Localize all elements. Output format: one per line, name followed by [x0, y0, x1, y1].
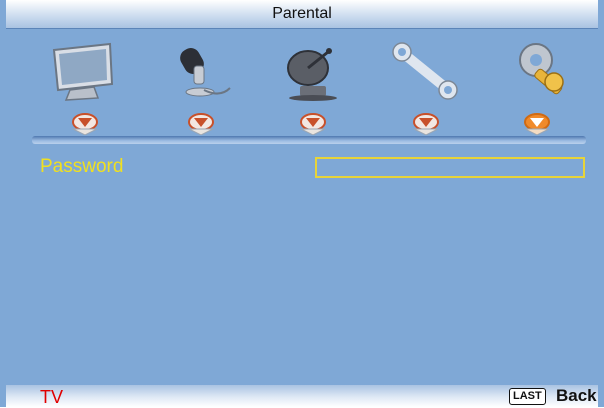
input-source-label: TV — [40, 387, 64, 407]
password-field[interactable] — [315, 157, 585, 178]
last-key-icon: LAST — [509, 388, 546, 405]
back-label: Back — [556, 386, 597, 405]
active-marker-icon — [524, 113, 550, 136]
picture-menu-icon[interactable] — [48, 40, 118, 102]
marker-icon — [72, 113, 98, 136]
channel-menu-icon[interactable] — [278, 40, 348, 102]
tv-osd-screen: Parental Password TV LAST Back — [0, 0, 604, 407]
menu-title: Parental — [272, 5, 332, 22]
parental-lock-menu-icon[interactable] — [510, 40, 580, 102]
marker-icon — [413, 113, 439, 136]
title-bar: Parental — [6, 0, 598, 29]
audio-menu-icon[interactable] — [168, 40, 238, 102]
marker-icon — [188, 113, 214, 136]
status-bar: TV LAST Back — [6, 385, 598, 407]
menu-separator — [32, 136, 586, 144]
marker-icon — [300, 113, 326, 136]
password-label: Password — [40, 156, 124, 177]
setup-menu-icon[interactable] — [390, 40, 460, 102]
